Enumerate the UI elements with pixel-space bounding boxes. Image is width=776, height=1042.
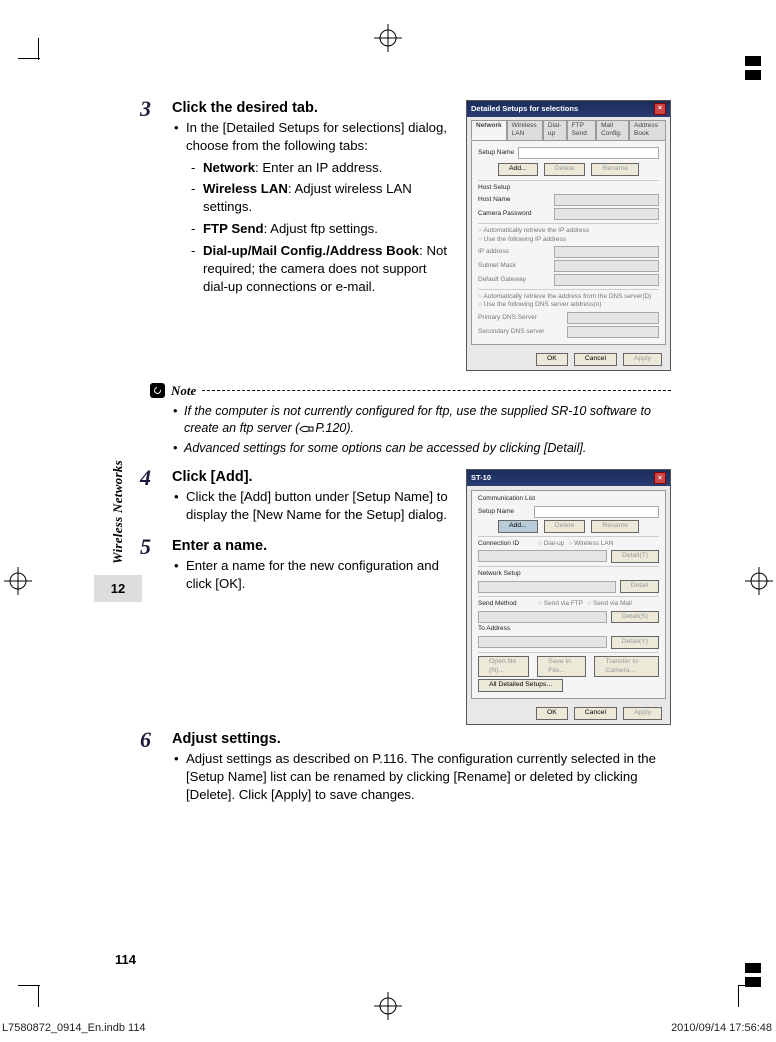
- crop-mark: [18, 38, 40, 60]
- ok-button: OK: [536, 353, 568, 366]
- step-bullet: In the [Detailed Setups for selections] …: [186, 119, 452, 295]
- note-icon: [150, 383, 165, 398]
- step-number: 3: [140, 96, 151, 122]
- pointing-hand-icon: [299, 423, 315, 433]
- crop-mark: [18, 985, 40, 1007]
- tab-option-wireless-lan: Wireless LAN: Adjust wireless LAN settin…: [203, 180, 452, 216]
- step-title: Click [Add].: [172, 469, 452, 485]
- step-6: 6 Adjust settings. Adjust settings as de…: [140, 731, 671, 803]
- registration-mark-bottom: [374, 992, 402, 1020]
- add-button: Add...: [498, 163, 538, 176]
- rename-button: Rename: [591, 163, 639, 176]
- step-bullet: Adjust settings as described on P.116. T…: [186, 750, 671, 803]
- step-4: 4 Click [Add]. Click the [Add] button un…: [140, 469, 452, 524]
- tab-dialup: Dial-up: [543, 120, 567, 140]
- footer-timestamp: 2010/09/14 17:56:48: [671, 1022, 772, 1034]
- close-icon: ×: [654, 103, 666, 115]
- tab-option-network: Network: Enter an IP address.: [203, 159, 452, 177]
- crop-mark: [738, 985, 760, 1007]
- step-number: 4: [140, 465, 151, 491]
- rename-button: Rename: [591, 520, 639, 533]
- note-label: Note: [171, 383, 196, 399]
- step-5: 5 Enter a name. Enter a name for the new…: [140, 538, 452, 593]
- step-title: Click the desired tab.: [172, 100, 452, 116]
- tab-mail-config: Mail Config.: [596, 120, 629, 140]
- tab-option-ftp-send: FTP Send: Adjust ftp settings.: [203, 220, 452, 238]
- delete-button: Delete: [544, 163, 586, 176]
- registration-mark-top: [374, 24, 402, 52]
- tab-option-dialup: Dial-up/Mail Config./Address Book: Not r…: [203, 242, 452, 295]
- note-item: If the computer is not currently configu…: [184, 403, 671, 437]
- tab-address-book: Address Book: [629, 120, 666, 140]
- note-block: Note If the computer is not currently co…: [150, 383, 671, 458]
- step-title: Enter a name.: [172, 538, 452, 554]
- apply-button: Apply: [623, 707, 662, 720]
- close-icon: ×: [654, 472, 666, 484]
- step-bullet: Click the [Add] button under [Setup Name…: [186, 488, 452, 524]
- apply-button: Apply: [623, 353, 662, 366]
- screenshot-st10-dialog: ST-10× Communication List Setup Name Add…: [466, 469, 671, 725]
- step-3: 3 Click the desired tab. In the [Detaile…: [140, 100, 452, 295]
- note-item: Advanced settings for some options can b…: [184, 440, 671, 457]
- step-bullet: Enter a name for the new configuration a…: [186, 557, 452, 593]
- step-number: 5: [140, 534, 151, 560]
- cancel-button: Cancel: [574, 707, 617, 720]
- tab-network: Network: [471, 120, 507, 140]
- cancel-button: Cancel: [574, 353, 617, 366]
- tab-ftp-send: FTP Send: [567, 120, 596, 140]
- tab-wireless-lan: Wireless LAN: [507, 120, 543, 140]
- footer-filename: L7580872_0914_En.indb 114: [2, 1022, 146, 1034]
- step-number: 6: [140, 727, 151, 753]
- add-button: Add...: [498, 520, 538, 533]
- ok-button: OK: [536, 707, 568, 720]
- delete-button: Delete: [544, 520, 586, 533]
- screenshot-detailed-setups-dialog: Detailed Setups for selections× Network …: [466, 100, 671, 371]
- step-title: Adjust settings.: [172, 731, 671, 747]
